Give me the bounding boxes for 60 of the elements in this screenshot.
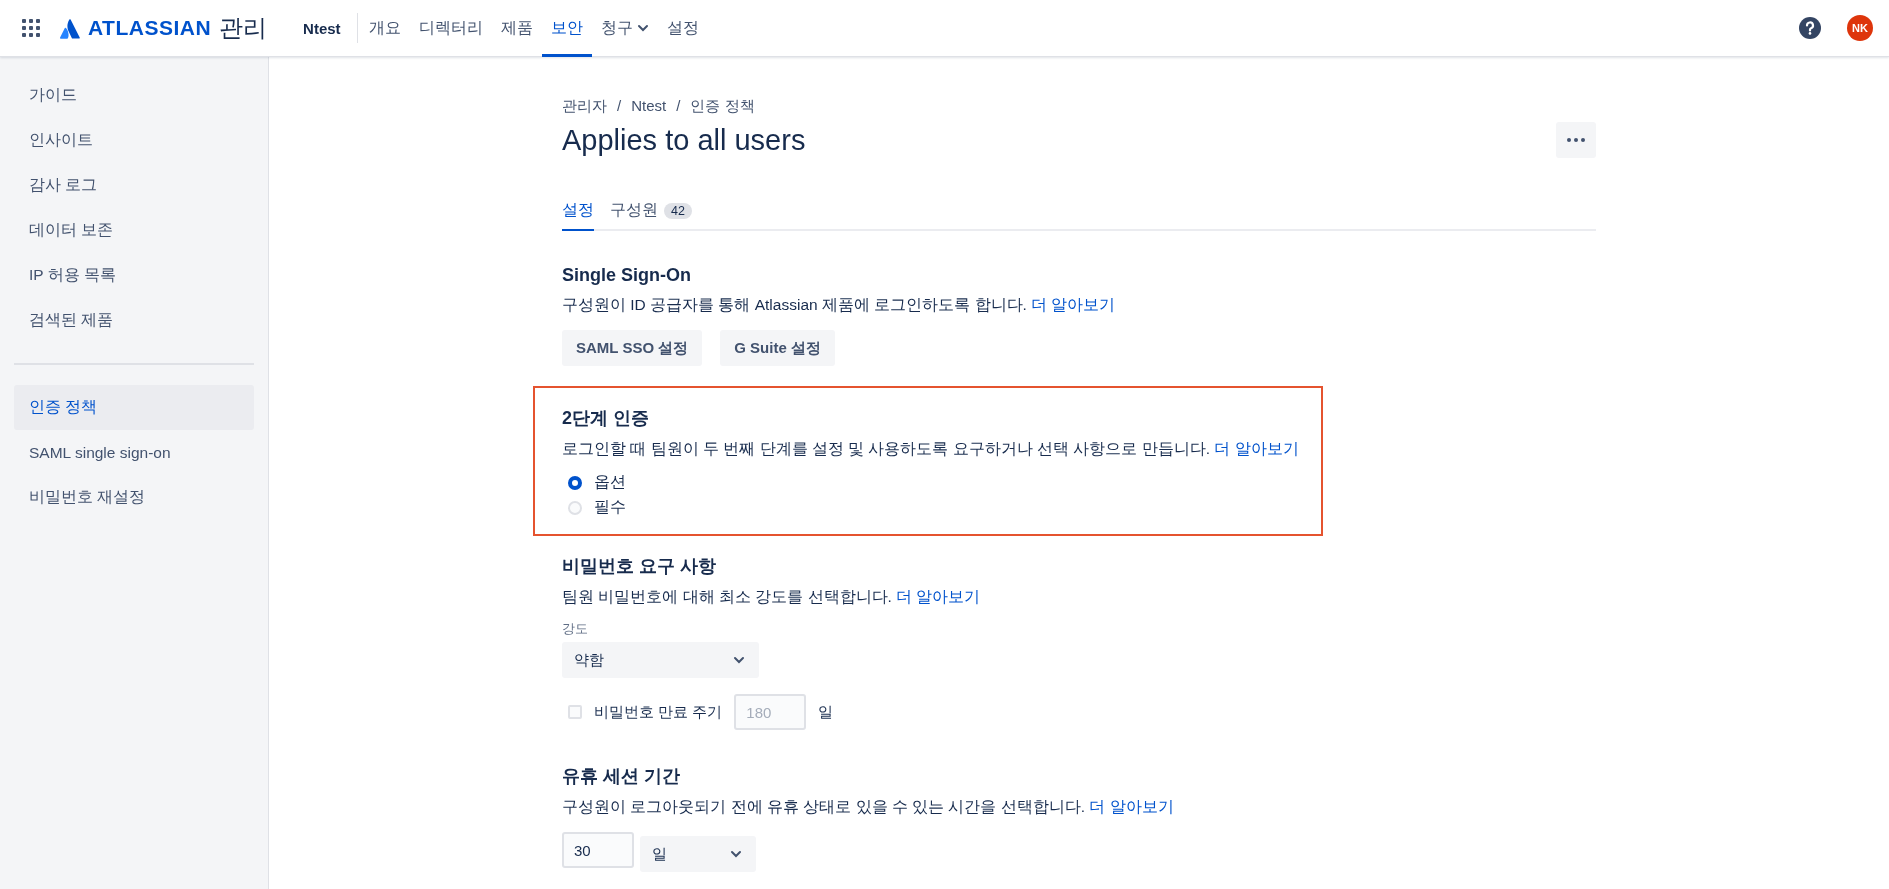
page-title: Applies to all users <box>562 123 806 157</box>
radio-label: 필수 <box>594 497 626 517</box>
breadcrumb-separator: / <box>676 97 681 116</box>
brand-name: ATLASSIAN <box>88 16 212 40</box>
sidebar-item[interactable]: 검색된 제품 <box>14 298 254 343</box>
nav-tab[interactable]: 보안 <box>541 0 592 57</box>
learn-more-link[interactable]: 더 알아보기 <box>1214 440 1299 457</box>
section-description: 구성원이 ID 공급자를 통해 Atlassian 제품에 로그인하도록 합니다. 더 알아보기 <box>562 295 1117 315</box>
learn-more-link[interactable]: 더 알아보기 <box>1089 798 1174 815</box>
sidebar-item[interactable]: 비밀번호 재설정 <box>14 475 254 520</box>
breadcrumb-link[interactable]: 관리자 <box>562 97 607 116</box>
radio-button[interactable] <box>568 475 582 490</box>
chevron-down-icon <box>733 656 745 664</box>
learn-more-link[interactable]: 더 알아보기 <box>896 588 981 605</box>
section-heading: 2단계 인증 <box>562 407 650 430</box>
sidebar-item[interactable]: IP 허용 목록 <box>14 253 254 298</box>
sidebar-item[interactable]: 인증 정책 <box>14 385 254 430</box>
radio-label: 옵션 <box>594 472 626 492</box>
sidebar-item[interactable]: 감사 로그 <box>14 163 254 208</box>
nav-tab[interactable]: 청구 <box>591 0 658 57</box>
unit-select[interactable]: 일 <box>640 836 756 872</box>
settings-button[interactable]: G Suite 설정 <box>720 330 835 366</box>
breadcrumb-separator: / <box>617 97 622 116</box>
user-avatar[interactable]: NK <box>1847 15 1873 41</box>
sidebar-item[interactable]: 데이터 보존 <box>14 208 254 253</box>
strength-select[interactable]: 약함 <box>562 642 759 678</box>
tab[interactable]: 구성원 42 <box>610 200 692 231</box>
nav-tab[interactable]: 개요 <box>359 0 410 57</box>
help-icon[interactable] <box>1799 17 1821 39</box>
org-name[interactable]: Ntest <box>303 13 358 43</box>
more-button[interactable] <box>1556 122 1596 158</box>
field-label: 강도 <box>562 620 589 638</box>
sidebar-item[interactable]: SAML single sign-on <box>14 430 254 475</box>
section-description: 구성원이 로그아웃되기 전에 유휴 상태로 있을 수 있는 시간을 선택합니다. 더 알아보기 <box>562 797 1175 817</box>
more-icon <box>1567 138 1585 142</box>
app-switcher-icon[interactable] <box>22 19 40 37</box>
nav-tab[interactable]: 설정 <box>657 0 708 57</box>
section-heading: Single Sign-On <box>562 265 692 286</box>
expiry-input-field[interactable]: 180 <box>734 694 807 730</box>
unit-label: 일 <box>818 702 834 722</box>
logo-icon <box>60 17 80 39</box>
product-name: 관리 <box>219 13 268 43</box>
duration-input-field[interactable]: 30 <box>562 832 634 868</box>
nav-tab[interactable]: 디렉터리 <box>409 0 492 57</box>
tab[interactable]: 설정 <box>562 200 594 231</box>
settings-button[interactable]: SAML SSO 설정 <box>562 330 703 366</box>
breadcrumb-link[interactable]: Ntest <box>631 97 667 116</box>
learn-more-link[interactable]: 더 알아보기 <box>1031 296 1116 313</box>
sidebar-item[interactable]: 인사이트 <box>14 118 254 163</box>
checkbox-label: 비밀번호 만료 주기 <box>594 702 723 722</box>
nav-tab[interactable]: 제품 <box>491 0 542 57</box>
section-heading: 유휴 세션 기간 <box>562 765 681 788</box>
section-description: 팀원 비밀번호에 대해 최소 강도를 선택합니다. 더 알아보기 <box>562 587 982 607</box>
section-heading: 비밀번호 요구 사항 <box>562 555 717 578</box>
checkbox[interactable] <box>568 705 582 719</box>
breadcrumb-link[interactable]: 인증 정책 <box>690 97 755 116</box>
sidebar-item[interactable]: 가이드 <box>14 73 254 118</box>
chevron-down-icon <box>636 24 649 32</box>
count-badge: 42 <box>664 202 692 219</box>
chevron-down-icon <box>730 850 742 858</box>
